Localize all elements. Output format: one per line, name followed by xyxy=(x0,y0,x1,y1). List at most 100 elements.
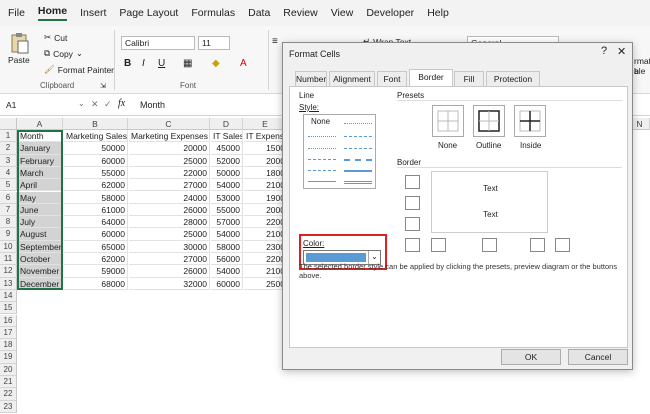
table-cell[interactable]: April xyxy=(18,179,63,192)
table-cell[interactable]: February xyxy=(18,154,63,167)
help-icon[interactable]: ? xyxy=(601,45,607,57)
table-cell[interactable]: 28000 xyxy=(129,216,210,229)
row-header[interactable]: 15 xyxy=(0,302,17,315)
row-header[interactable]: 20 xyxy=(0,363,17,376)
table-cell[interactable]: 60000 xyxy=(64,154,128,167)
table-cell[interactable]: 60000 xyxy=(211,277,243,290)
table-cell[interactable]: October xyxy=(18,253,63,266)
header-cell[interactable]: Marketing Expenses xyxy=(129,130,210,143)
line-style-option[interactable] xyxy=(344,181,372,184)
table-cell[interactable]: September xyxy=(18,240,63,253)
cut-button[interactable]: ✂ Cut xyxy=(44,32,67,43)
row-header[interactable]: 16 xyxy=(0,314,17,327)
row-header[interactable]: 13 xyxy=(0,277,17,290)
table-cell[interactable]: 54000 xyxy=(211,228,243,241)
row-header[interactable]: 10 xyxy=(0,240,17,253)
row-header[interactable]: 1 xyxy=(0,130,17,143)
line-style-option[interactable] xyxy=(344,148,372,149)
line-style-option[interactable] xyxy=(344,136,372,137)
ok-button[interactable]: OK xyxy=(501,349,561,365)
table-cell[interactable]: December xyxy=(18,277,63,290)
bold-button[interactable]: B xyxy=(124,58,131,69)
name-box[interactable]: A1 xyxy=(4,99,74,112)
table-cell[interactable]: 68000 xyxy=(64,277,128,290)
font-color-icon[interactable]: A xyxy=(240,58,247,69)
table-cell[interactable]: 54000 xyxy=(211,265,243,278)
cancel-icon[interactable]: ✕ xyxy=(91,99,99,110)
table-cell[interactable]: 22000 xyxy=(129,166,210,180)
column-header[interactable]: C xyxy=(128,118,210,130)
line-style-option[interactable] xyxy=(344,123,372,124)
border-right-button[interactable] xyxy=(530,238,545,252)
tab-alignment[interactable]: Alignment xyxy=(329,71,375,86)
table-cell[interactable]: 24000 xyxy=(129,191,210,204)
table-cell[interactable]: 26000 xyxy=(129,203,210,217)
row-header[interactable]: 22 xyxy=(0,388,17,401)
border-diagonal-down-button[interactable] xyxy=(555,238,570,252)
formula-input[interactable]: Month xyxy=(140,100,165,110)
paste-button[interactable]: Paste xyxy=(8,32,30,65)
table-cell[interactable]: March xyxy=(18,166,63,180)
tab-border[interactable]: Border xyxy=(409,69,453,87)
border-bottom-button[interactable] xyxy=(405,217,420,231)
column-header[interactable]: A xyxy=(17,118,63,130)
line-style-none[interactable]: None xyxy=(311,117,330,126)
row-header[interactable]: 19 xyxy=(0,351,17,364)
table-cell[interactable]: 25000 xyxy=(129,228,210,241)
table-cell[interactable]: 57000 xyxy=(211,216,243,229)
line-style-option[interactable] xyxy=(308,159,336,160)
tab-protection[interactable]: Protection xyxy=(486,71,540,86)
line-style-option[interactable] xyxy=(344,159,372,161)
table-cell[interactable]: 50000 xyxy=(64,142,128,155)
row-header[interactable]: 17 xyxy=(0,326,17,340)
line-style-list[interactable]: None xyxy=(303,114,376,189)
row-header[interactable]: 3 xyxy=(0,154,17,167)
menu-tab-help[interactable]: Help xyxy=(427,7,449,19)
row-header[interactable]: 6 xyxy=(0,191,17,204)
insert-function-button[interactable]: fx xyxy=(118,98,125,109)
line-style-option[interactable] xyxy=(308,181,336,182)
table-cell[interactable]: 52000 xyxy=(211,154,243,167)
table-cell[interactable]: 61000 xyxy=(64,203,128,217)
column-header[interactable]: B xyxy=(63,118,128,130)
row-header[interactable]: 14 xyxy=(0,289,17,303)
table-cell[interactable]: 45000 xyxy=(211,142,243,155)
border-middle-button[interactable] xyxy=(405,196,420,210)
menu-tab-review[interactable]: Review xyxy=(283,7,317,19)
table-cell[interactable]: 25000 xyxy=(129,154,210,167)
format-painter-button[interactable]: 🖌 Format Painter xyxy=(44,64,114,75)
row-header[interactable]: 4 xyxy=(0,166,17,180)
table-cell[interactable]: 56000 xyxy=(211,253,243,266)
table-cell[interactable]: May xyxy=(18,191,63,204)
border-diagonal-up-button[interactable] xyxy=(405,238,420,252)
table-cell[interactable]: 60000 xyxy=(64,228,128,241)
table-cell[interactable]: 32000 xyxy=(129,277,210,290)
preset-none-button[interactable] xyxy=(432,105,464,137)
table-cell[interactable]: 54000 xyxy=(211,179,243,192)
close-icon[interactable]: ✕ xyxy=(617,45,626,58)
cancel-button[interactable]: Cancel xyxy=(568,349,628,365)
menu-tab-insert[interactable]: Insert xyxy=(80,7,106,19)
select-all-corner[interactable] xyxy=(0,118,17,130)
border-left-button[interactable] xyxy=(431,238,446,252)
menu-tab-view[interactable]: View xyxy=(331,7,354,19)
tab-fill[interactable]: Fill xyxy=(454,71,484,86)
font-name-combo[interactable]: Calibri xyxy=(121,36,195,50)
menu-tab-data[interactable]: Data xyxy=(248,7,270,19)
row-header[interactable]: 12 xyxy=(0,265,17,278)
table-cell[interactable]: June xyxy=(18,203,63,217)
header-cell[interactable]: Marketing Sales xyxy=(64,130,128,143)
row-header[interactable]: 21 xyxy=(0,376,17,389)
copy-button[interactable]: ⧉ Copy ⌄ xyxy=(44,48,83,59)
column-header[interactable]: N xyxy=(630,118,650,130)
table-cell[interactable]: 55000 xyxy=(211,203,243,217)
line-style-option[interactable] xyxy=(308,136,336,137)
row-header[interactable]: 23 xyxy=(0,400,17,413)
line-style-option[interactable] xyxy=(308,148,336,149)
table-cell[interactable]: 58000 xyxy=(211,240,243,253)
row-header[interactable]: 8 xyxy=(0,216,17,229)
preset-inside-button[interactable] xyxy=(514,105,546,137)
border-top-button[interactable] xyxy=(405,175,420,189)
table-cell[interactable]: 62000 xyxy=(64,253,128,266)
font-size-combo[interactable]: 11 xyxy=(198,36,230,50)
